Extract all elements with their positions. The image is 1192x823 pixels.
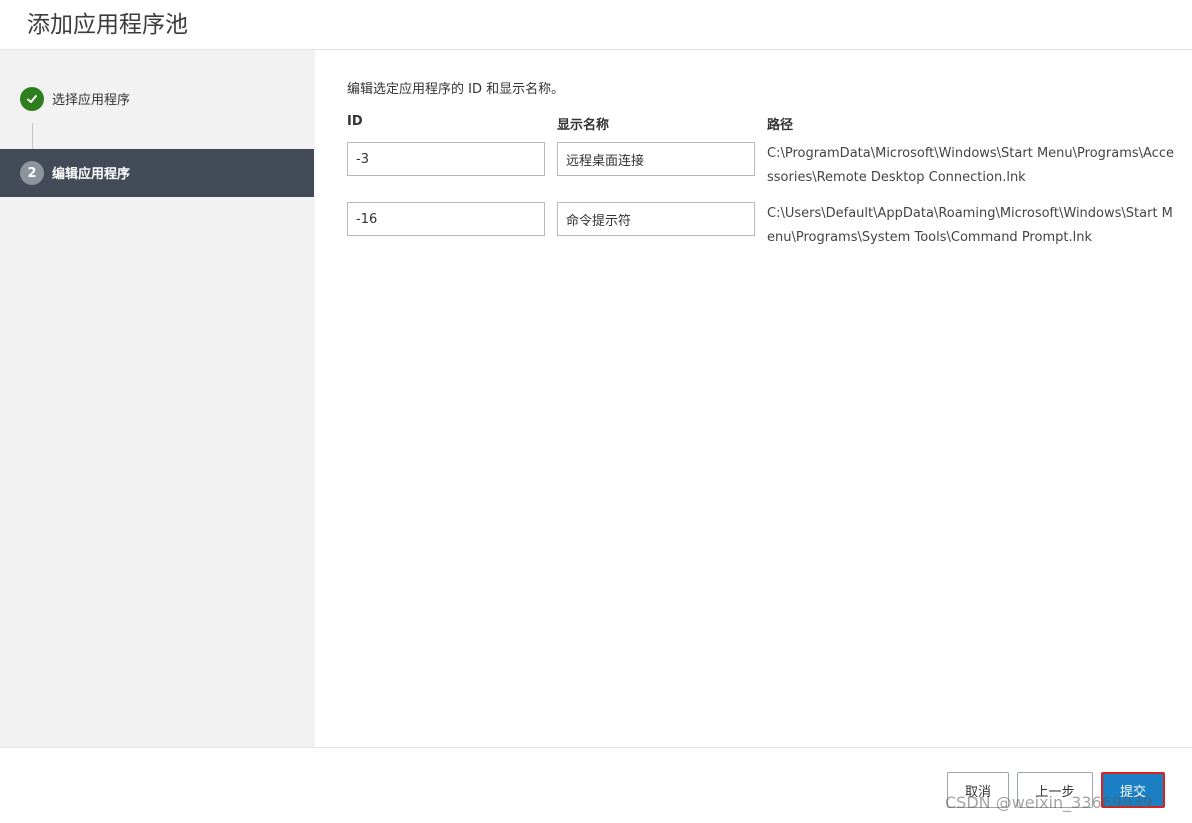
main-content: 编辑选定应用程序的 ID 和显示名称。 ID 显示名称 路径 C:\Progra… [315, 50, 1192, 747]
app-id-input[interactable] [347, 202, 545, 236]
app-path: C:\ProgramData\Microsoft\Windows\Start M… [767, 146, 1174, 185]
dialog-title: 添加应用程序池 [27, 12, 188, 38]
app-path: C:\Users\Default\AppData\Roaming\Microso… [767, 206, 1173, 245]
app-display-name-input[interactable] [557, 142, 755, 176]
wizard-sidebar: 选择应用程序 2 编辑应用程序 [0, 50, 315, 747]
back-button[interactable]: 上一步 [1017, 772, 1093, 808]
instructions-text: 编辑选定应用程序的 ID 和显示名称。 [347, 82, 565, 97]
column-header-id: ID [347, 114, 363, 129]
wizard-step-select-apps[interactable]: 选择应用程序 [0, 75, 314, 123]
step-connector [32, 123, 33, 149]
column-header-path: 路径 [767, 118, 794, 133]
check-icon [20, 87, 44, 111]
submit-button[interactable]: 提交 [1101, 772, 1165, 808]
cancel-button[interactable]: 取消 [947, 772, 1009, 808]
column-header-name: 显示名称 [557, 118, 610, 133]
step-number: 2 [20, 161, 44, 185]
wizard-step-label: 选择应用程序 [52, 93, 131, 108]
dialog-header: 添加应用程序池 [0, 0, 1192, 50]
wizard-step-edit-apps[interactable]: 2 编辑应用程序 [0, 149, 314, 197]
dialog-footer: 取消 上一步 提交 CSDN @weixin_33669839 [0, 747, 1192, 823]
app-display-name-input[interactable] [557, 202, 755, 236]
app-id-input[interactable] [347, 142, 545, 176]
wizard-step-label: 编辑应用程序 [52, 167, 131, 182]
